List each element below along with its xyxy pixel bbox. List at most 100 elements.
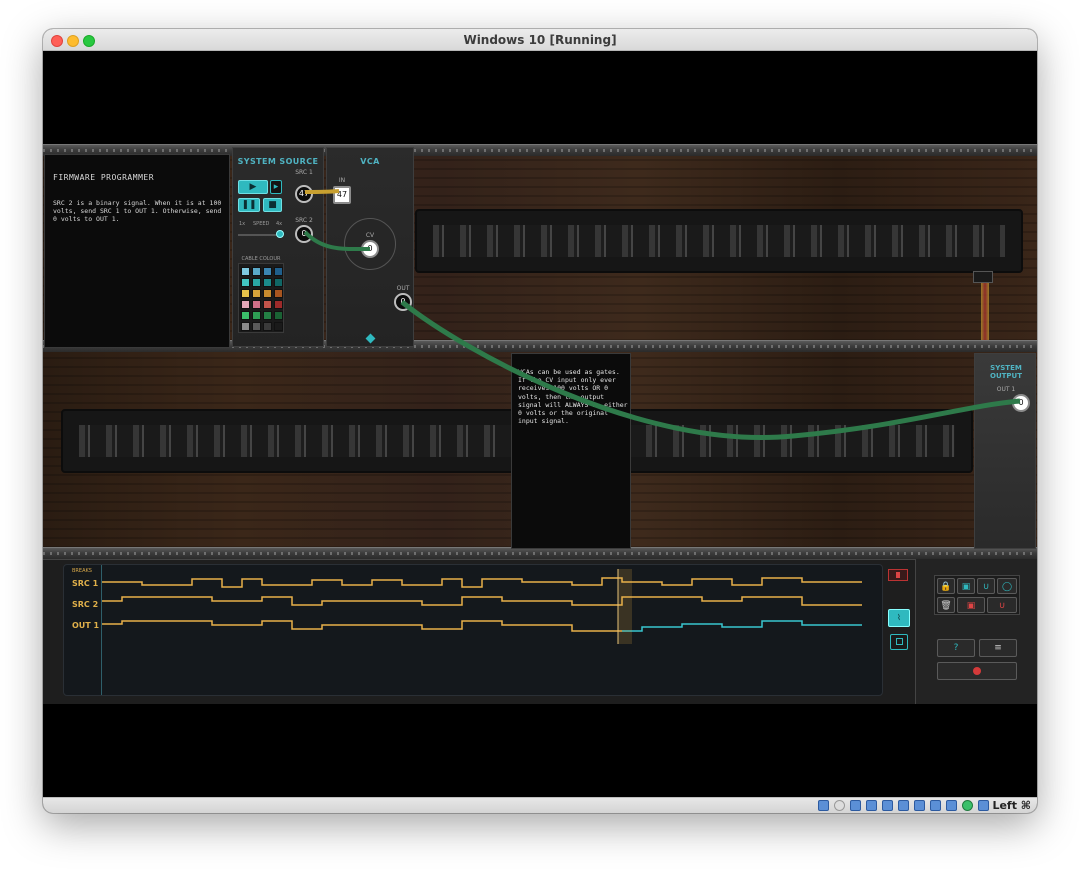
chip-view-toggle[interactable] [890, 634, 908, 650]
cable-colour-swatch[interactable] [274, 289, 283, 298]
title-bar: Windows 10 [Running] [43, 29, 1037, 51]
help-button[interactable]: ? [937, 639, 975, 657]
disk-icon[interactable] [818, 800, 829, 811]
cable-colour-swatch[interactable] [252, 322, 261, 331]
pause-icon: ❚❚ [241, 200, 257, 210]
cable-colour-swatch[interactable] [241, 311, 250, 320]
cable-colour-swatch[interactable] [274, 267, 283, 276]
play-button[interactable]: ▶ [238, 180, 268, 194]
optical-drive-icon[interactable] [834, 800, 845, 811]
speed-max-label: 4x [276, 221, 283, 227]
src1-wave [102, 577, 862, 588]
lock-icon: 🔒 [940, 582, 952, 592]
pause-button[interactable]: ❚❚ [238, 198, 260, 212]
trash-icon [896, 572, 900, 578]
stop-icon: ■ [268, 200, 277, 210]
playhead-highlight [618, 569, 632, 644]
cable-colour-swatch[interactable] [263, 300, 272, 309]
speed-min-label: 1x [239, 221, 246, 227]
trash-icon: 🗑 [940, 601, 952, 611]
cable-colour-swatch[interactable] [252, 300, 261, 309]
vm-window: Windows 10 [Running] FIRMWARE PROGRAMMER… [43, 29, 1037, 813]
system-output-jack[interactable]: 0 [1012, 394, 1030, 412]
remove-cable-button[interactable]: ∪ [987, 597, 1017, 613]
src2-label: SRC 2 [295, 217, 313, 224]
vca-in-label: IN [338, 177, 346, 184]
note-card: VCAs can be used as gates. If the CV inp… [511, 353, 631, 549]
vca-cv-label: CV [365, 232, 375, 239]
vca-indicator-icon [365, 333, 376, 344]
knob-icon: ◯ [1001, 582, 1013, 592]
add-module-button[interactable]: ▣ [957, 578, 975, 594]
cable-colour-swatch[interactable] [263, 289, 272, 298]
wave-view-toggle[interactable]: ⌇ [888, 609, 910, 627]
out1-expected-wave [102, 620, 622, 632]
cable-colour-swatch[interactable] [252, 267, 261, 276]
src2-jack[interactable]: 0 [295, 225, 313, 243]
speed-label: SPEED [253, 221, 270, 227]
lane-label-src1: SRC 1 [72, 579, 99, 588]
play-icon: ▶ [249, 182, 257, 192]
cable-colour-label: CABLE COLOUR [241, 256, 281, 262]
mouse-integration-icon[interactable] [962, 800, 973, 811]
control-panel: 🔒 ▣ ∪ ◯ 🗑 ▣ ∪ ? ≡ [915, 559, 1037, 704]
cable-colour-swatch[interactable] [263, 267, 272, 276]
system-output-title: SYSTEM OUTPUT [990, 364, 1022, 380]
cable-colour-swatch[interactable] [241, 322, 250, 331]
waveforms [102, 569, 862, 644]
cable-colour-swatch[interactable] [274, 322, 283, 331]
keyboard-capture-icon[interactable] [978, 800, 989, 811]
speed-slider-handle[interactable] [276, 230, 284, 238]
step-button[interactable]: ▸ [270, 180, 282, 194]
cable-colour-swatch[interactable] [274, 278, 283, 287]
remove-module-button[interactable]: ▣ [957, 597, 985, 613]
breaks-label: BREAKS [72, 568, 92, 574]
step-icon: ▸ [273, 182, 279, 192]
cable-colour-palette [238, 263, 284, 333]
cable-colour-swatch[interactable] [263, 311, 272, 320]
game-screen: FIRMWARE PROGRAMMER SRC 2 is a binary si… [43, 51, 1037, 797]
system-source-title: SYSTEM SOURCE [237, 157, 319, 166]
lane-label-out1: OUT 1 [72, 621, 100, 630]
shared-folder-icon[interactable] [898, 800, 909, 811]
recording-icon[interactable] [930, 800, 941, 811]
cable-colour-swatch[interactable] [252, 278, 261, 287]
clear-breaks-button[interactable] [888, 569, 908, 581]
cable-colour-swatch[interactable] [263, 278, 272, 287]
host-key-label: Left ⌘ [992, 799, 1031, 812]
cable-colour-swatch[interactable] [263, 322, 272, 331]
window-title: Windows 10 [Running] [463, 33, 617, 47]
audio-icon[interactable] [850, 800, 861, 811]
cable-icon: ∪ [998, 601, 1006, 611]
menu-button[interactable]: ≡ [979, 639, 1017, 657]
usb-icon[interactable] [882, 800, 893, 811]
cable-colour-swatch[interactable] [241, 278, 250, 287]
backplane-connector-1 [415, 209, 1023, 273]
cable-colour-swatch[interactable] [274, 300, 283, 309]
cable-colour-swatch[interactable] [274, 311, 283, 320]
delete-button[interactable]: 🗑 [937, 597, 955, 613]
add-cable-button[interactable]: ∪ [977, 578, 995, 594]
help-icon: ? [953, 643, 959, 653]
note-text: VCAs can be used as gates. If the CV inp… [518, 368, 628, 426]
cpu-icon[interactable] [946, 800, 957, 811]
cable-colour-swatch[interactable] [241, 300, 250, 309]
cable-colour-swatch[interactable] [252, 289, 261, 298]
cable-colour-swatch[interactable] [241, 289, 250, 298]
src1-jack[interactable]: 47 [295, 185, 313, 203]
add-knob-button[interactable]: ◯ [997, 578, 1017, 594]
cable-colour-swatch[interactable] [241, 267, 250, 276]
record-button[interactable] [937, 662, 1017, 680]
cable-colour-swatch[interactable] [252, 311, 261, 320]
display-icon[interactable] [914, 800, 925, 811]
vca-out-jack[interactable]: 0 [394, 293, 412, 311]
ribbon-plug [973, 271, 993, 283]
vca-cv-jack[interactable]: 0 [361, 240, 379, 258]
network-icon[interactable] [866, 800, 877, 811]
vca-in-jack[interactable]: 47 [333, 186, 351, 204]
firmware-programmer-module: FIRMWARE PROGRAMMER SRC 2 is a binary si… [44, 154, 230, 348]
stop-button[interactable]: ■ [263, 198, 282, 212]
lock-button[interactable]: 🔒 [937, 578, 955, 594]
record-icon [973, 667, 981, 675]
vca-module: VCA IN 47 CV 0 OUT 0 [326, 147, 414, 347]
